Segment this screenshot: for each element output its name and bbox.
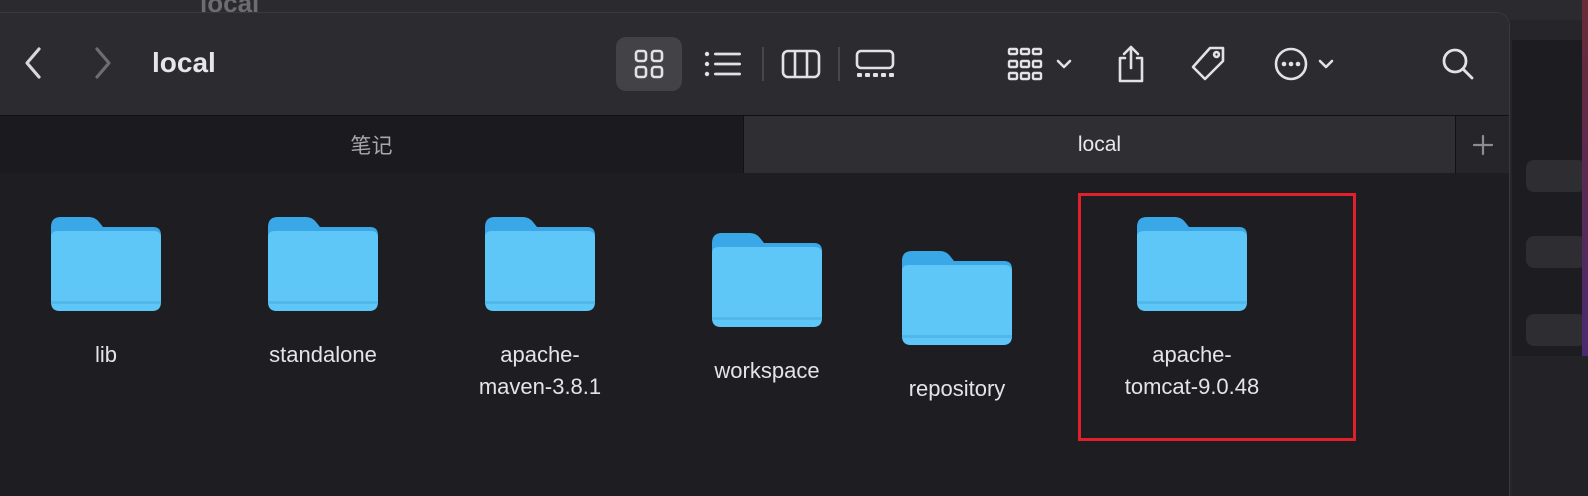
icon-view-button[interactable]	[616, 37, 682, 91]
chevron-down-icon	[1056, 59, 1072, 69]
tab-local[interactable]: local	[743, 116, 1456, 173]
folder-icon	[485, 217, 595, 311]
tab-bar: 笔记 local	[0, 115, 1509, 173]
icon-view-icon	[634, 49, 664, 79]
folder-label: repository	[908, 376, 1006, 401]
toolbar: local	[0, 13, 1509, 115]
folder-label: apache- maven-3.8.1	[478, 342, 602, 399]
folder-icon	[268, 217, 378, 311]
folder-item[interactable]: apache- maven-3.8.1	[455, 213, 625, 403]
window-title: local	[152, 47, 216, 78]
tag-icon	[1191, 46, 1225, 81]
group-icon	[1007, 47, 1043, 81]
chevron-left-icon	[25, 47, 41, 79]
list-view-icon	[704, 51, 741, 77]
background-item	[1526, 236, 1586, 268]
folder-item[interactable]: repository	[872, 247, 1042, 405]
toolbar-separator	[762, 47, 764, 81]
folder-icon	[712, 233, 822, 327]
forward-button[interactable]	[84, 43, 120, 83]
highlight-box	[1078, 193, 1356, 441]
chevron-right-icon	[95, 47, 111, 79]
plus-icon	[1472, 134, 1494, 155]
folder-item[interactable]: workspace	[682, 229, 852, 387]
folder-label: standalone	[269, 342, 377, 367]
share-button[interactable]	[1104, 37, 1158, 91]
folder-item[interactable]: standalone	[238, 213, 408, 371]
folder-item[interactable]: lib	[21, 213, 191, 371]
group-button[interactable]	[1000, 37, 1080, 91]
folder-label: lib	[94, 342, 117, 367]
background-edge	[1582, 0, 1588, 356]
search-button[interactable]	[1430, 37, 1486, 91]
share-icon	[1118, 45, 1144, 83]
folder-icon	[902, 251, 1012, 345]
more-icon	[1274, 47, 1308, 81]
folder-label: workspace	[714, 358, 820, 383]
tab-label: 笔记	[350, 134, 393, 158]
tab-notes[interactable]: 笔记	[0, 116, 743, 173]
toolbar-separator	[838, 47, 840, 81]
finder-window: local 笔记 local lib standalone apache- ma…	[0, 12, 1510, 496]
more-button[interactable]	[1262, 37, 1346, 91]
folder-icon	[51, 217, 161, 311]
new-tab-button[interactable]	[1456, 116, 1509, 173]
search-icon	[1442, 48, 1474, 80]
background-lower-panel	[1512, 356, 1588, 496]
column-view-icon	[781, 49, 821, 79]
background-item	[1526, 160, 1586, 192]
gallery-view-icon	[855, 49, 895, 77]
background-sidebar	[1512, 40, 1588, 356]
chevron-down-icon	[1318, 59, 1334, 69]
tab-label: local	[1077, 132, 1122, 156]
background-item	[1526, 314, 1586, 346]
gallery-view-button[interactable]	[848, 37, 902, 91]
list-view-button[interactable]	[696, 37, 750, 91]
back-button[interactable]	[16, 43, 52, 83]
column-view-button[interactable]	[774, 37, 828, 91]
tag-button[interactable]	[1180, 37, 1236, 91]
